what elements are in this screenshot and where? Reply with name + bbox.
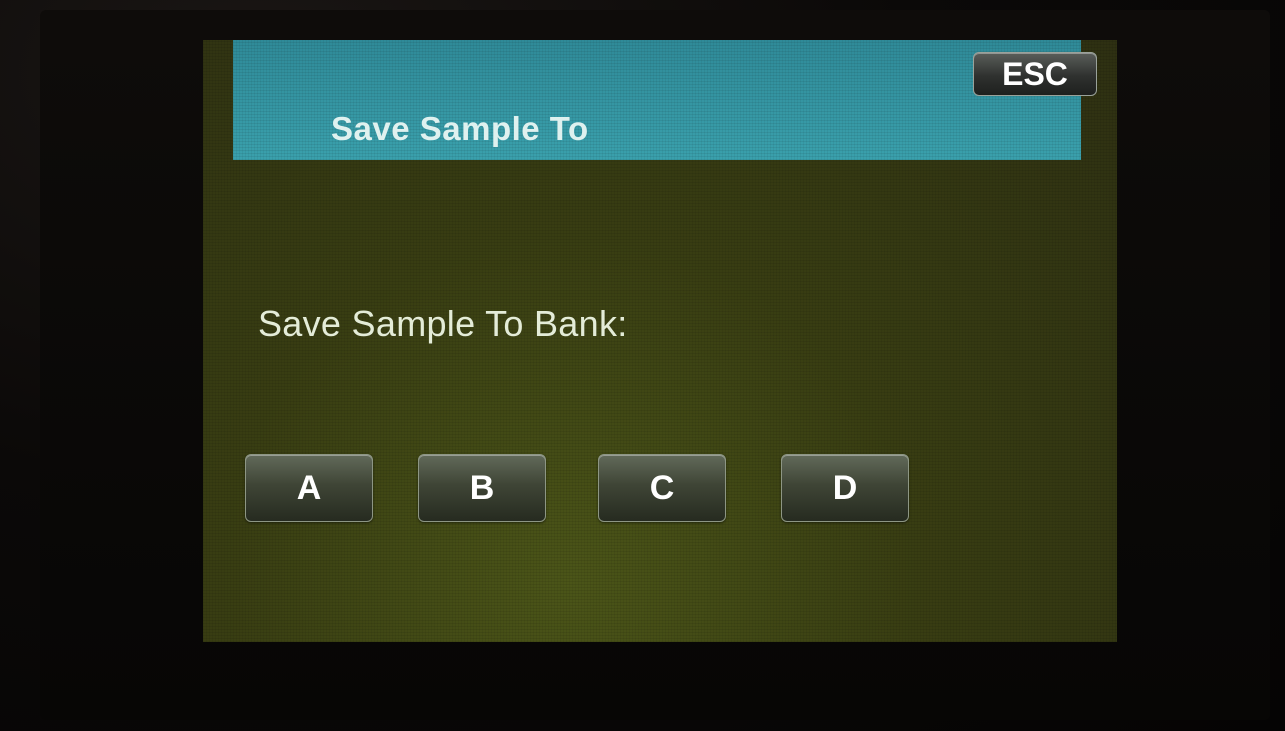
page-title: Save Sample To bbox=[331, 110, 589, 147]
lcd-screen: Save Sample To ESC Save Sample To Bank: … bbox=[203, 40, 1117, 642]
esc-button[interactable]: ESC bbox=[973, 52, 1097, 96]
bank-b-button[interactable]: B bbox=[418, 454, 546, 522]
device-surround: Save Sample To ESC Save Sample To Bank: … bbox=[0, 0, 1285, 731]
bank-c-button[interactable]: C bbox=[598, 454, 726, 522]
bank-d-button[interactable]: D bbox=[781, 454, 909, 522]
bank-a-button[interactable]: A bbox=[245, 454, 373, 522]
bank-prompt-label: Save Sample To Bank: bbox=[258, 303, 628, 344]
title-bar: Save Sample To ESC bbox=[233, 40, 1097, 160]
